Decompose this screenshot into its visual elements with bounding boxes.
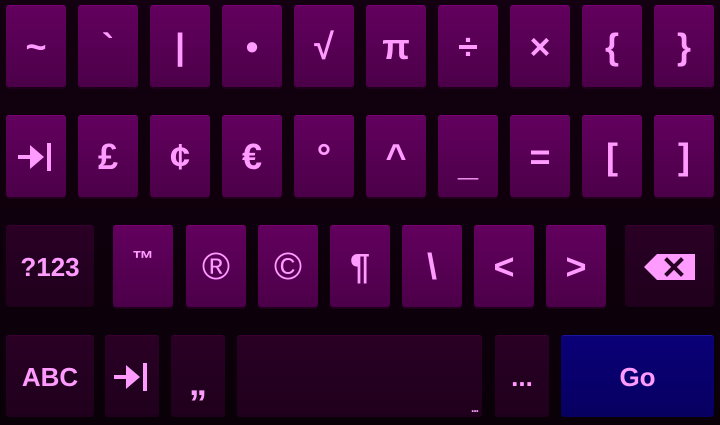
key-caret[interactable]: ^ [366, 115, 426, 197]
key-backtick[interactable]: ` [78, 5, 138, 87]
key-pound[interactable]: £ [78, 115, 138, 197]
key-left-brace[interactable]: { [582, 5, 642, 87]
tab-key-bottom[interactable] [105, 335, 159, 417]
key-trademark[interactable]: ™ [113, 225, 173, 307]
key-pipe[interactable]: | [150, 5, 210, 87]
key-divide[interactable]: ÷ [438, 5, 498, 87]
tab-icon [112, 361, 152, 393]
key-multiply[interactable]: × [510, 5, 570, 87]
symbols-keyboard: ~ ` | • √ π ÷ × { } £ ¢ € ° ^ _ = [ ] ?1… [0, 0, 720, 425]
key-pi[interactable]: π [366, 5, 426, 87]
backspace-icon [643, 253, 697, 281]
key-right-bracket[interactable]: ] [654, 115, 714, 197]
key-sqrt[interactable]: √ [294, 5, 354, 87]
tab-key[interactable] [6, 115, 66, 197]
tab-icon [16, 141, 56, 173]
space-bar[interactable]: ... [237, 335, 482, 417]
key-copyright[interactable]: © [258, 225, 318, 307]
backspace-key[interactable] [625, 225, 714, 307]
key-registered[interactable]: ® [186, 225, 246, 307]
key-bullet[interactable]: • [222, 5, 282, 87]
ellipsis-key[interactable]: ... [495, 335, 549, 417]
key-backslash[interactable]: \ [402, 225, 462, 307]
key-left-bracket[interactable]: [ [582, 115, 642, 197]
go-button[interactable]: Go [561, 335, 714, 417]
key-degree[interactable]: ° [294, 115, 354, 197]
key-pilcrow[interactable]: ¶ [330, 225, 390, 307]
symbols-mode-key[interactable]: ?123 [6, 225, 94, 307]
key-greater-than[interactable]: > [546, 225, 606, 307]
space-hint: ... [470, 401, 479, 415]
key-less-than[interactable]: < [474, 225, 534, 307]
key-low-quote[interactable]: „ [171, 335, 225, 417]
abc-mode-key[interactable]: ABC [6, 335, 94, 417]
key-tilde[interactable]: ~ [6, 5, 66, 87]
key-cent[interactable]: ¢ [150, 115, 210, 197]
key-right-brace[interactable]: } [654, 5, 714, 87]
key-equals[interactable]: = [510, 115, 570, 197]
key-euro[interactable]: € [222, 115, 282, 197]
key-underscore[interactable]: _ [438, 115, 498, 197]
